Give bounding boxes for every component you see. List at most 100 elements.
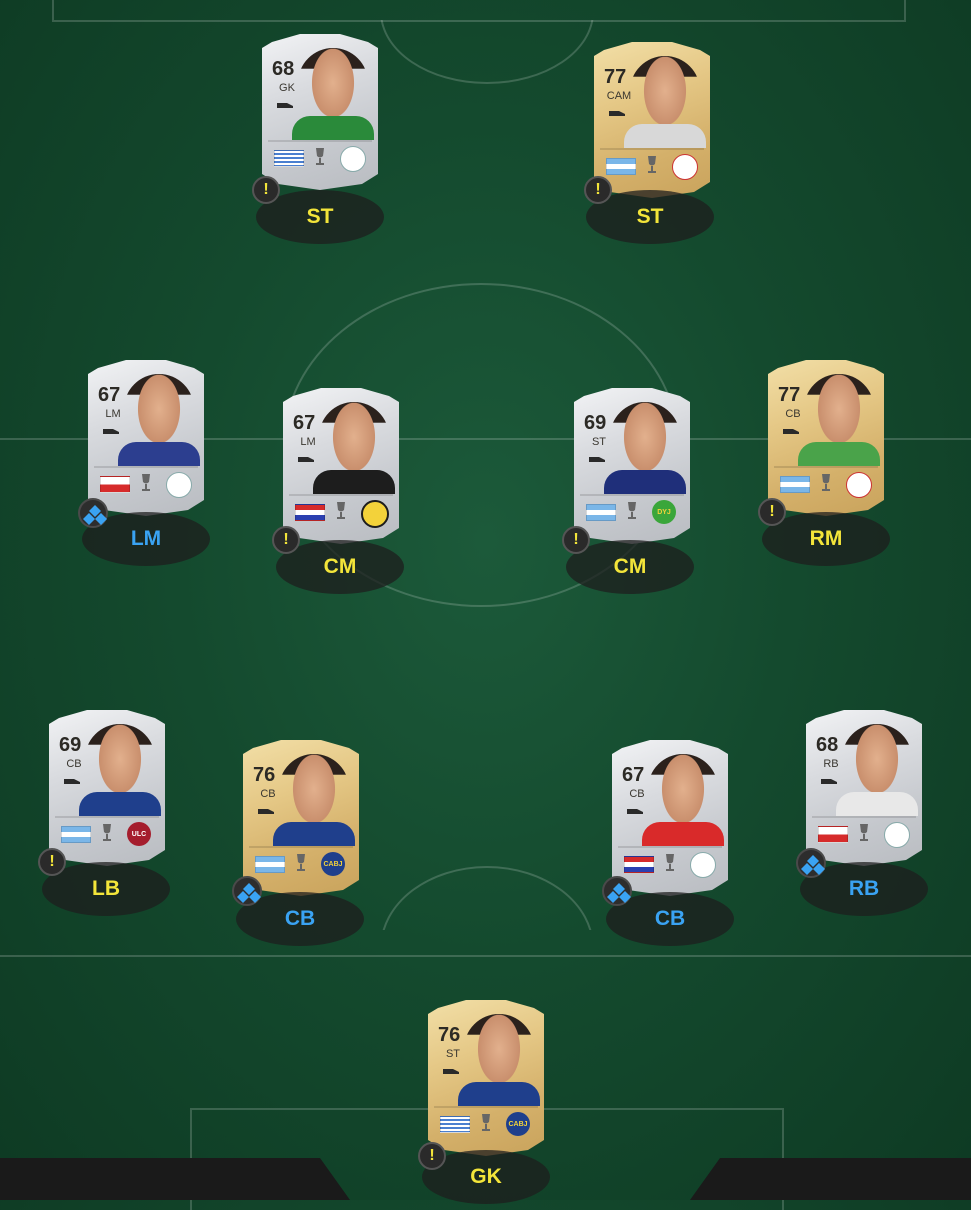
player-card[interactable]: 68 RB bbox=[806, 710, 922, 866]
boot-icon bbox=[277, 103, 293, 108]
chile-flag-icon bbox=[818, 826, 848, 843]
club-icon bbox=[884, 822, 910, 848]
player-rating: 67 bbox=[622, 764, 645, 786]
chemistry-icon bbox=[78, 498, 108, 528]
boot-icon bbox=[627, 809, 643, 814]
bottom-bar-left bbox=[0, 1158, 350, 1200]
defensa-icon: DYJ bbox=[652, 500, 676, 524]
player-card[interactable]: 67 LM bbox=[88, 360, 204, 516]
paraguay-flag-icon bbox=[295, 504, 325, 521]
league-trophy-icon bbox=[662, 852, 678, 876]
player-portrait bbox=[624, 56, 706, 148]
chemistry-icon bbox=[232, 876, 262, 906]
card-divider bbox=[289, 494, 393, 496]
league-trophy-icon bbox=[293, 852, 309, 876]
player-portrait bbox=[642, 754, 724, 846]
player-position: ST bbox=[591, 436, 607, 448]
guarani-icon bbox=[361, 500, 389, 528]
player-position: LM bbox=[105, 408, 121, 420]
alert-icon: ! bbox=[562, 526, 590, 554]
argentina-flag-icon bbox=[586, 504, 616, 521]
alert-icon: ! bbox=[418, 1142, 446, 1170]
league-trophy-icon bbox=[644, 154, 660, 178]
club-icon bbox=[690, 852, 716, 878]
player-position: GK bbox=[279, 82, 295, 94]
player-position: CB bbox=[66, 758, 82, 770]
league-trophy-icon bbox=[138, 472, 154, 496]
player-card[interactable]: 77 CB bbox=[768, 360, 884, 516]
chile-flag-icon bbox=[100, 476, 130, 493]
club-icon bbox=[340, 146, 366, 172]
player-rating: 67 bbox=[293, 412, 316, 434]
player-rating: 76 bbox=[253, 764, 276, 786]
river-plate-icon bbox=[846, 472, 872, 498]
alert-icon: ! bbox=[584, 176, 612, 204]
player-card[interactable]: 76 CB CABJ bbox=[243, 740, 359, 896]
chemistry-icon bbox=[602, 876, 632, 906]
player-portrait bbox=[292, 48, 374, 140]
player-portrait bbox=[798, 374, 880, 466]
player-rating: 69 bbox=[59, 734, 82, 756]
card-divider bbox=[268, 140, 372, 142]
player-rating: 68 bbox=[272, 58, 295, 80]
boot-icon bbox=[258, 809, 274, 814]
boca-icon: CABJ bbox=[321, 852, 345, 876]
boca-icon: CABJ bbox=[506, 1112, 530, 1136]
player-position: RB bbox=[823, 758, 839, 770]
player-portrait bbox=[836, 724, 918, 816]
player-card[interactable]: 68 GK bbox=[262, 34, 378, 190]
player-rating: 76 bbox=[438, 1024, 461, 1046]
player-position: CB bbox=[260, 788, 276, 800]
alert-icon: ! bbox=[252, 176, 280, 204]
player-position: CB bbox=[629, 788, 645, 800]
boot-icon bbox=[298, 457, 314, 462]
player-card[interactable]: 76 ST CABJ bbox=[428, 1000, 544, 1156]
league-trophy-icon bbox=[478, 1112, 494, 1136]
player-portrait bbox=[313, 402, 395, 494]
argentina-flag-icon bbox=[780, 476, 810, 493]
player-card[interactable]: 67 CB bbox=[612, 740, 728, 896]
player-portrait bbox=[118, 374, 200, 466]
argentina-flag-icon bbox=[61, 826, 91, 843]
bottom-bar-right bbox=[690, 1158, 971, 1200]
card-divider bbox=[618, 846, 722, 848]
player-rating: 68 bbox=[816, 734, 839, 756]
card-divider bbox=[600, 148, 704, 150]
boot-icon bbox=[589, 457, 605, 462]
card-divider bbox=[434, 1106, 538, 1108]
card-divider bbox=[249, 846, 353, 848]
player-portrait bbox=[273, 754, 355, 846]
player-card[interactable]: 77 CAM bbox=[594, 42, 710, 198]
chemistry-icon bbox=[796, 848, 826, 878]
boot-icon bbox=[103, 429, 119, 434]
player-rating: 69 bbox=[584, 412, 607, 434]
boot-icon bbox=[783, 429, 799, 434]
player-card[interactable]: 69 CB ULC bbox=[49, 710, 165, 866]
uruguay-flag-icon bbox=[440, 1116, 470, 1133]
player-rating: 77 bbox=[778, 384, 801, 406]
card-divider bbox=[774, 466, 878, 468]
player-portrait bbox=[79, 724, 161, 816]
player-position: CAM bbox=[606, 90, 632, 102]
penalty-box-bottom bbox=[0, 955, 971, 957]
boot-icon bbox=[64, 779, 80, 784]
league-trophy-icon bbox=[312, 146, 328, 170]
penalty-box-top bbox=[52, 0, 906, 22]
league-trophy-icon bbox=[333, 500, 349, 524]
alert-icon: ! bbox=[38, 848, 66, 876]
player-portrait bbox=[604, 402, 686, 494]
boot-icon bbox=[443, 1069, 459, 1074]
boot-icon bbox=[821, 779, 837, 784]
league-trophy-icon bbox=[624, 500, 640, 524]
boot-icon bbox=[609, 111, 625, 116]
ulc-icon: ULC bbox=[127, 822, 151, 846]
uruguay-flag-icon bbox=[274, 150, 304, 167]
league-trophy-icon bbox=[99, 822, 115, 846]
player-position: CB bbox=[785, 408, 801, 420]
alert-icon: ! bbox=[758, 498, 786, 526]
player-card[interactable]: 69 ST DYJ bbox=[574, 388, 690, 544]
player-card[interactable]: 67 LM bbox=[283, 388, 399, 544]
player-position: ST bbox=[445, 1048, 461, 1060]
league-trophy-icon bbox=[856, 822, 872, 846]
argentina-flag-icon bbox=[255, 856, 285, 873]
